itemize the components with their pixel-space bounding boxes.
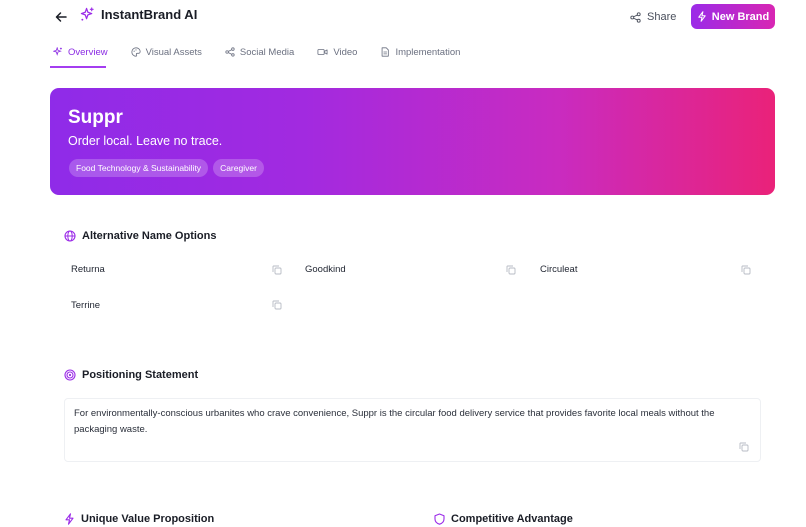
positioning-statement-box: For environmentally-conscious urbanites …: [64, 398, 761, 462]
name-option: Goodkind: [305, 264, 346, 275]
section-title: Alternative Name Options: [82, 230, 217, 242]
back-button[interactable]: [52, 8, 70, 26]
tab-label: Overview: [68, 46, 108, 58]
brand-hero-card: Suppr Order local. Leave no trace. Food …: [50, 88, 775, 195]
copy-icon[interactable]: [739, 442, 749, 452]
tab-overview[interactable]: Overview: [50, 42, 111, 62]
tab-implementation[interactable]: Implementation: [377, 42, 463, 62]
new-brand-button[interactable]: New Brand: [691, 4, 775, 29]
brand-tagline: Order local. Leave no trace.: [68, 134, 223, 148]
target-icon: [64, 369, 76, 381]
competitive-advantage-heading: Competitive Advantage: [434, 513, 573, 525]
name-option: Circuleat: [540, 264, 578, 275]
section-title: Competitive Advantage: [451, 513, 573, 525]
copy-icon[interactable]: [506, 265, 516, 275]
bolt-icon: [65, 513, 74, 525]
copy-icon[interactable]: [741, 265, 751, 275]
new-brand-label: New Brand: [711, 10, 770, 23]
document-icon: [382, 47, 390, 57]
arrow-left-icon: [55, 12, 67, 22]
tab-label: Implementation: [395, 46, 461, 58]
section-title: Unique Value Proposition: [81, 513, 215, 525]
positioning-heading: Positioning Statement: [64, 369, 198, 381]
tab-visual-assets[interactable]: Visual Assets: [128, 42, 205, 62]
tab-bar: Overview Visual Assets Social Media Vide…: [50, 42, 480, 68]
value-proposition-heading: Unique Value Proposition: [64, 513, 214, 525]
shield-icon: [434, 513, 445, 525]
tab-label: Visual Assets: [145, 46, 202, 58]
sparkle-icon: [53, 47, 62, 56]
tab-label: Video: [333, 46, 358, 58]
industry-tag: Food Technology & Sustainability: [69, 159, 209, 177]
tab-social-media[interactable]: Social Media: [222, 42, 297, 62]
name-option: Terrine: [71, 300, 101, 311]
top-bar: InstantBrand AI Share New Brand: [0, 0, 806, 34]
section-title: Positioning Statement: [82, 369, 199, 381]
share-icon: [225, 47, 235, 57]
name-option: Returna: [71, 264, 105, 275]
app-title: InstantBrand AI: [101, 7, 198, 22]
palette-icon: [131, 47, 141, 57]
brand-name: Suppr: [68, 107, 123, 128]
share-button[interactable]: Share: [630, 6, 676, 28]
archetype-tag: Caregiver: [213, 159, 264, 177]
bolt-icon: [698, 11, 706, 22]
positioning-statement-text: For environmentally-conscious urbanites …: [74, 408, 715, 435]
share-label: Share: [647, 11, 677, 23]
globe-icon: [64, 230, 76, 242]
copy-icon[interactable]: [272, 300, 282, 310]
sparkle-icon: [80, 7, 94, 21]
active-tab-indicator: [50, 66, 106, 68]
share-icon: [630, 11, 641, 23]
video-icon: [317, 49, 328, 55]
copy-icon[interactable]: [272, 265, 282, 275]
brand: InstantBrand AI: [80, 7, 197, 22]
brand-tags: Food Technology & Sustainability Caregiv…: [69, 159, 264, 177]
alternative-names-heading: Alternative Name Options: [64, 230, 216, 242]
tab-label: Social Media: [239, 46, 295, 58]
tab-video[interactable]: Video: [314, 42, 360, 62]
